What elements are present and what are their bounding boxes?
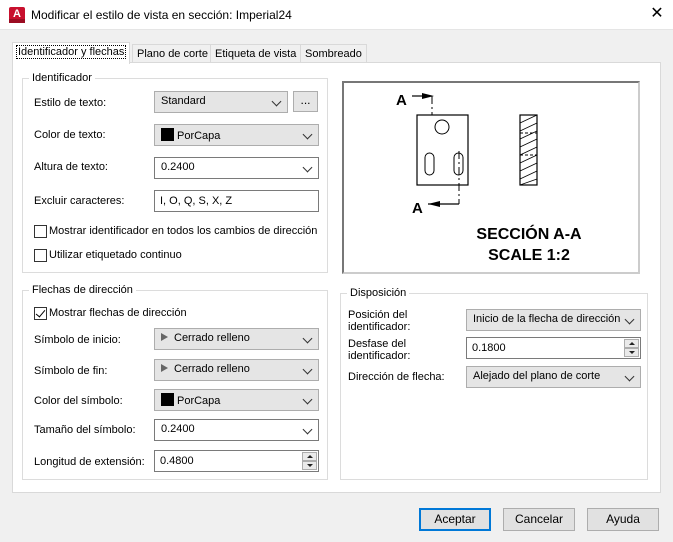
preview-caption-scale: SCALE 1:2 [488, 247, 570, 264]
start-symbol-label: Símbolo de inicio: [34, 334, 121, 346]
preview-section-body [519, 114, 538, 186]
title-bar: A Modificar el estilo de vista en secció… [0, 0, 673, 30]
show-arrows-checkbox[interactable] [34, 307, 47, 320]
end-symbol-select[interactable]: Cerrado relleno [154, 359, 319, 381]
text-height-combo[interactable]: 0.2400 [154, 157, 319, 179]
extension-length-label: Longitud de extensión: [34, 456, 145, 468]
identifier-position-label: Posición del identificador: [348, 309, 411, 333]
closed-filled-arrow-icon [161, 364, 168, 372]
tab-sombreado[interactable]: Sombreado [300, 44, 367, 63]
text-style-label: Estilo de texto: [34, 97, 107, 109]
tab-panel: Identificador Estilo de texto: Standard … [12, 62, 661, 493]
closed-filled-arrow-icon [161, 333, 168, 341]
preview-caption-title: SECCIÓN A-A [476, 224, 582, 243]
color-swatch [161, 393, 174, 406]
spin-up-icon[interactable] [302, 452, 317, 461]
spin-up-icon[interactable] [624, 339, 639, 348]
identifier-offset-label: Desfase del identificador: [348, 338, 411, 362]
arrow-direction-select[interactable]: Alejado del plano de corte [466, 366, 641, 388]
spin-down-icon[interactable] [302, 461, 317, 470]
chevron-down-icon [303, 161, 313, 173]
close-icon: ✕ [650, 5, 664, 22]
help-button[interactable]: Ayuda [587, 508, 659, 531]
chevron-down-icon [303, 332, 313, 344]
symbol-size-combo[interactable]: 0.2400 [154, 419, 319, 441]
chevron-down-icon [303, 128, 313, 140]
chevron-down-icon [272, 95, 282, 107]
direction-arrows-group-legend: Flechas de dirección [29, 284, 136, 296]
extension-length-input[interactable]: 0.4800 [154, 450, 319, 472]
section-view-preview: A A SECCIÓN A-A SCALE 1:2 [396, 92, 582, 264]
chevron-down-icon [303, 363, 313, 375]
ok-button[interactable]: Aceptar [419, 508, 491, 531]
preview-marker-bottom: A [412, 200, 423, 217]
identifier-group: Identificador Estilo de texto: Standard … [22, 72, 328, 273]
show-all-direction-changes-checkbox[interactable] [34, 225, 47, 238]
cancel-button[interactable]: Cancelar [503, 508, 575, 531]
preview-slot-left [424, 152, 435, 176]
chevron-down-icon [303, 393, 313, 405]
close-button[interactable]: ✕ [641, 0, 673, 29]
direction-arrows-group: Flechas de dirección Mostrar flechas de … [22, 284, 328, 480]
autocad-app-icon: A [9, 7, 25, 23]
continuous-labeling-label[interactable]: Utilizar etiquetado continuo [49, 249, 182, 261]
text-height-label: Altura de texto: [34, 161, 108, 173]
show-all-direction-changes-label[interactable]: Mostrar identificador en todos los cambi… [49, 225, 317, 237]
text-color-select[interactable]: PorCapa [154, 124, 319, 146]
symbol-color-label: Color del símbolo: [34, 395, 123, 407]
color-swatch [161, 128, 174, 141]
chevron-down-icon [303, 423, 313, 435]
tab-plano-de-corte[interactable]: Plano de corte [132, 44, 213, 63]
symbol-color-select[interactable]: PorCapa [154, 389, 319, 411]
layout-group-legend: Disposición [347, 287, 410, 299]
exclude-chars-input[interactable]: I, O, Q, S, X, Z [154, 190, 319, 212]
layout-group: Disposición Posición del identificador: … [340, 287, 648, 480]
preview-hole [434, 119, 450, 135]
symbol-size-label: Tamaño del símbolo: [34, 424, 136, 436]
chevron-down-icon [625, 313, 635, 325]
arrow-direction-label: Dirección de flecha: [348, 371, 445, 383]
extension-length-spinner[interactable] [302, 452, 317, 470]
spin-down-icon[interactable] [624, 348, 639, 357]
identifier-offset-spinner[interactable] [624, 339, 639, 357]
text-color-label: Color de texto: [34, 129, 106, 141]
show-arrows-label[interactable]: Mostrar flechas de dirección [49, 307, 187, 319]
identifier-position-select[interactable]: Inicio de la flecha de dirección [466, 309, 641, 331]
exclude-chars-label: Excluir caracteres: [34, 195, 125, 207]
text-style-browse-button[interactable]: ... [293, 91, 318, 112]
start-symbol-select[interactable]: Cerrado relleno [154, 328, 319, 350]
tab-identificador-flechas[interactable]: Identificador y flechas [12, 42, 131, 64]
window-title: Modificar el estilo de vista en sección:… [31, 8, 292, 22]
text-style-select[interactable]: Standard [154, 91, 288, 113]
preview-marker-top: A [396, 92, 407, 109]
identifier-offset-input[interactable]: 0.1800 [466, 337, 641, 359]
tab-etiqueta-de-vista[interactable]: Etiqueta de vista [210, 44, 302, 63]
end-symbol-label: Símbolo de fin: [34, 365, 108, 377]
preview-panel: A A SECCIÓN A-A SCALE 1:2 [342, 81, 640, 274]
continuous-labeling-checkbox[interactable] [34, 249, 47, 262]
preview-section-hatching [519, 114, 538, 186]
preview-arrow-bottom [428, 201, 440, 207]
identifier-group-legend: Identificador [29, 72, 95, 84]
chevron-down-icon [625, 370, 635, 382]
